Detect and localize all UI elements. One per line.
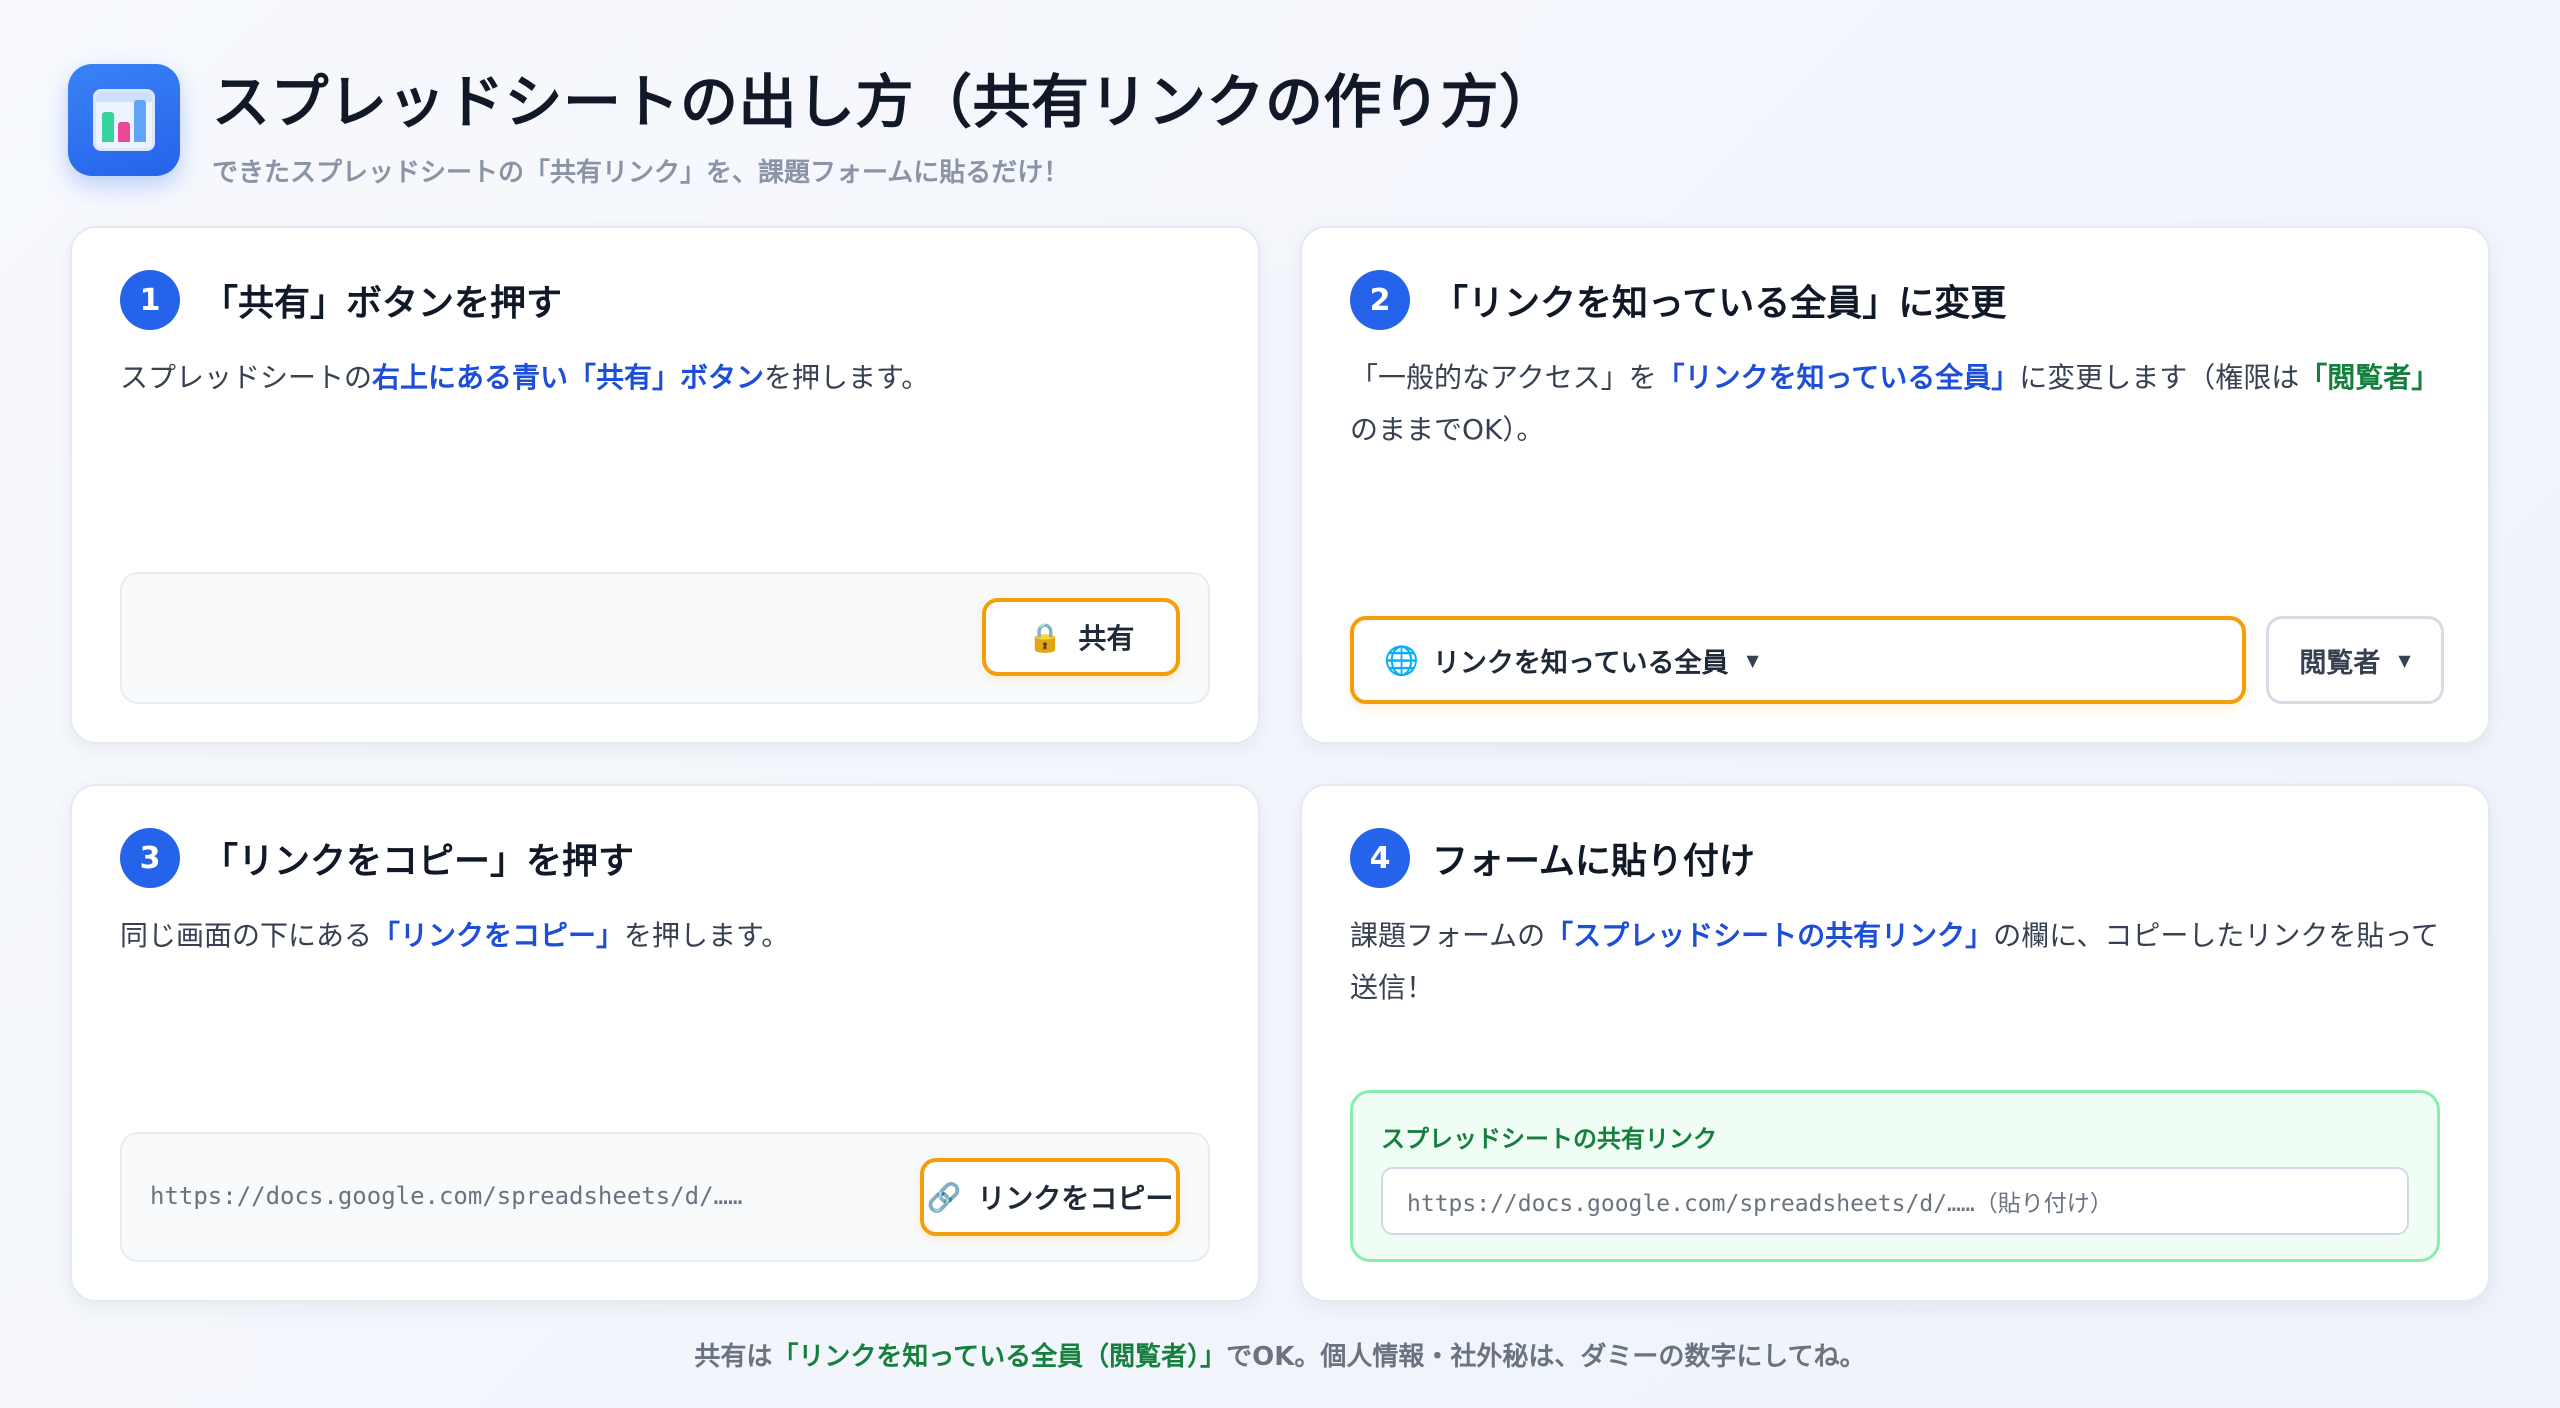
globe-icon: 🌐 [1384, 643, 1419, 677]
desc-text: を押します。 [624, 919, 790, 952]
role-select[interactable]: 閲覧者 ▼ [2266, 616, 2444, 704]
step-number: 3 [120, 828, 180, 888]
footer-text: でOK。個人情報・社外秘は、ダミーの数字にしてね。 [1226, 1342, 1866, 1372]
share-button[interactable]: 🔒 共有 [982, 598, 1180, 676]
page-title: スプレッドシートの出し方（共有リンクの作り方） [212, 68, 1558, 136]
link-icon: 🔗 [926, 1180, 962, 1214]
desc-text: を押します。 [764, 361, 930, 394]
desc-text: 「一般的なアクセス」を [1350, 361, 1657, 394]
step-number: 2 [1350, 270, 1410, 330]
footer-highlight: 「リンクを知っている全員（閲覧者）」 [772, 1342, 1227, 1372]
step-description: 同じ画面の下にある「リンクをコピー」を押します。 [120, 910, 1210, 962]
desc-text: に変更します（権限は [2019, 361, 2300, 394]
step-title: フォームに貼り付け [1432, 841, 1755, 882]
desc-highlight: 右上にある青い「共有」ボタン [372, 361, 765, 394]
footer-text: 共有は [694, 1342, 773, 1372]
header: スプレッドシートの出し方（共有リンクの作り方） できたスプレッドシートの「共有リ… [68, 64, 1558, 188]
step-number: 4 [1350, 828, 1410, 888]
footer-note: 共有は「リンクを知っている全員（閲覧者）」でOK。個人情報・社外秘は、ダミーの数… [0, 1336, 2560, 1373]
header-titles: スプレッドシートの出し方（共有リンクの作り方） できたスプレッドシートの「共有リ… [212, 64, 1558, 189]
step-card-4: 4 フォームに貼り付け 課題フォームの「スプレッドシートの共有リンク」の欄に、コ… [1300, 784, 2490, 1302]
step-card-3: 3 「リンクをコピー」を押す 同じ画面の下にある「リンクをコピー」を押します。 … [70, 784, 1260, 1302]
share-button-label: 共有 [1078, 622, 1135, 655]
step-description: スプレッドシートの右上にある青い「共有」ボタンを押します。 [120, 352, 1210, 404]
caret-down-icon: ▼ [1746, 650, 1759, 670]
step-title: 「リンクをコピー」を押す [202, 841, 635, 882]
step-number: 1 [120, 270, 180, 330]
desc-highlight: 「スプレッドシートの共有リンク」 [1545, 919, 1994, 952]
lock-icon: 🔒 [1027, 620, 1063, 654]
copy-link-button-label: リンクをコピー [977, 1182, 1174, 1215]
step-description: 課題フォームの「スプレッドシートの共有リンク」の欄に、コピーしたリンクを貼って送… [1350, 910, 2440, 1014]
step-title: 「リンクを知っている全員」に変更 [1432, 283, 2007, 324]
step-card-2: 2 「リンクを知っている全員」に変更 「一般的なアクセス」を「リンクを知っている… [1300, 226, 2490, 744]
role-select-label: 閲覧者 [2299, 647, 2381, 679]
desc-highlight: 「リンクをコピー」 [372, 919, 625, 952]
step-header: 1 「共有」ボタンを押す [120, 270, 562, 330]
form-field-label: スプレッドシートの共有リンク [1381, 1125, 1717, 1153]
share-url-text: https://docs.google.com/spreadsheets/d/…… [150, 1182, 743, 1210]
general-access-select[interactable]: 🌐 リンクを知っている全員 ▼ [1350, 616, 2246, 704]
step-header: 2 「リンクを知っている全員」に変更 [1350, 270, 2006, 330]
share-link-input[interactable]: https://docs.google.com/spreadsheets/d/…… [1381, 1167, 2409, 1235]
desc-highlight: 「リンクを知っている全員」 [1656, 361, 2020, 394]
copy-link-button[interactable]: 🔗 リンクをコピー [920, 1158, 1180, 1236]
share-demo-panel: 🔒 共有 [120, 572, 1210, 704]
desc-text: 課題フォームの [1350, 919, 1546, 952]
step-header: 4 フォームに貼り付け [1350, 828, 1755, 888]
spreadsheet-chart-icon [68, 64, 180, 176]
step-card-1: 1 「共有」ボタンを押す スプレッドシートの右上にある青い「共有」ボタンを押しま… [70, 226, 1260, 744]
general-access-label: リンクを知っている全員 [1432, 647, 1729, 679]
copy-link-demo-panel: https://docs.google.com/spreadsheets/d/…… [120, 1132, 1210, 1262]
page: スプレッドシートの出し方（共有リンクの作り方） できたスプレッドシートの「共有リ… [0, 0, 2560, 1408]
step-header: 3 「リンクをコピー」を押す [120, 828, 634, 888]
desc-text: スプレッドシートの [120, 361, 373, 394]
page-subtitle: できたスプレッドシートの「共有リンク」を、課題フォームに貼るだけ！ [212, 158, 1070, 188]
form-field-box: スプレッドシートの共有リンク https://docs.google.com/s… [1350, 1090, 2440, 1262]
desc-text: 同じ画面の下にある [120, 919, 373, 952]
caret-down-icon: ▼ [2398, 650, 2411, 670]
desc-text: のままでOK）。 [1350, 413, 1545, 446]
step-description: 「一般的なアクセス」を「リンクを知っている全員」に変更します（権限は「閲覧者」の… [1350, 352, 2440, 456]
step-title: 「共有」ボタンを押す [202, 283, 563, 324]
desc-highlight-green: 「閲覧者」 [2299, 361, 2440, 394]
